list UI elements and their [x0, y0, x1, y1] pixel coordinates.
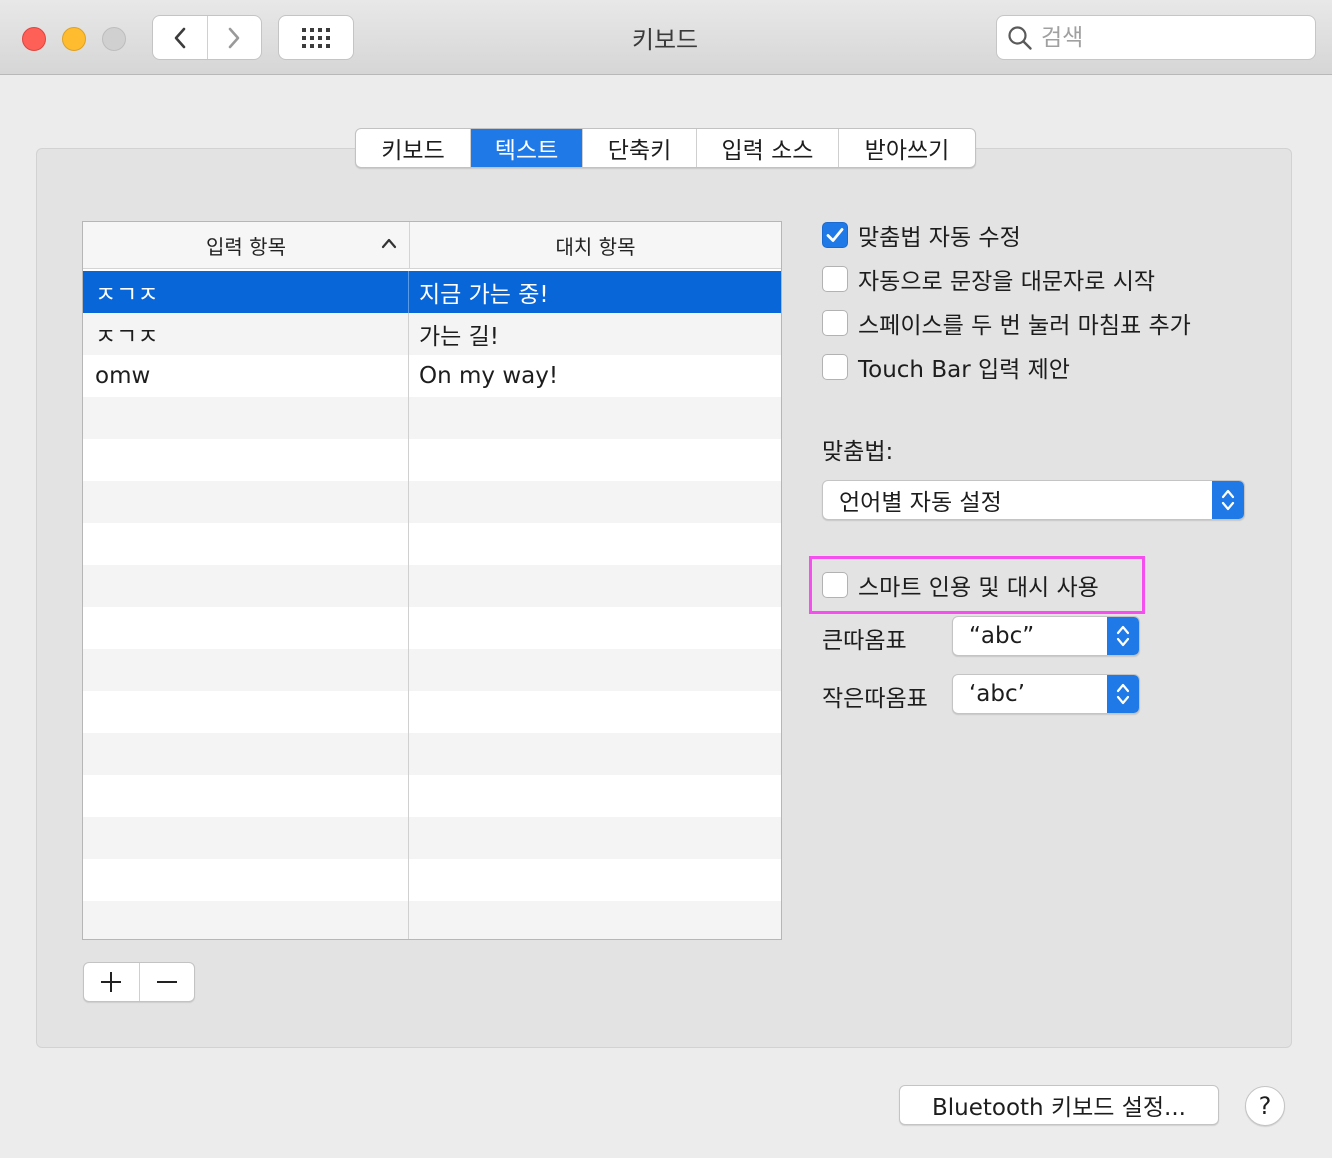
empty-row — [83, 775, 781, 817]
touchbar-suggestions-box[interactable] — [822, 354, 848, 380]
table-row[interactable]: ㅈㄱㅈ 지금 가는 중! — [83, 271, 781, 313]
single-quotes-value: ‘abc’ — [969, 681, 1025, 707]
empty-row — [83, 817, 781, 859]
empty-row — [83, 397, 781, 439]
with-cell[interactable]: 가는 길! — [409, 313, 781, 355]
touchbar-suggestions-label[interactable]: Touch Bar 입력 제안 — [858, 350, 1070, 384]
empty-row — [83, 691, 781, 733]
plus-icon — [101, 972, 122, 992]
title-bar: 키보드 — [0, 0, 1332, 75]
spelling-popup-value: 언어별 자동 설정 — [839, 490, 1002, 516]
popup-arrows-icon — [1107, 617, 1139, 655]
popup-arrows-icon — [1212, 481, 1244, 519]
close-window-button[interactable] — [22, 27, 46, 51]
minus-icon — [156, 981, 177, 983]
empty-row — [83, 733, 781, 775]
with-cell[interactable]: On my way! — [409, 355, 781, 397]
autocap-checkbox[interactable]: 자동으로 문장을 대문자로 시작 — [822, 262, 1155, 296]
double-quotes-label: 큰따옴표 — [822, 628, 907, 654]
autocap-box[interactable] — [822, 266, 848, 292]
tab-input-sources[interactable]: 입력 소스 — [696, 129, 838, 167]
minimize-window-button[interactable] — [62, 27, 86, 51]
add-remove-group — [83, 962, 195, 1002]
single-quotes-popup[interactable]: ‘abc’ — [952, 674, 1140, 714]
remove-button[interactable] — [138, 963, 195, 1001]
replace-cell[interactable]: omw — [83, 355, 409, 397]
empty-row — [83, 901, 781, 939]
forward-button[interactable] — [206, 16, 262, 59]
back-button[interactable] — [153, 16, 207, 59]
tab-keyboard[interactable]: 키보드 — [356, 129, 470, 167]
window-title: 키보드 — [631, 26, 699, 54]
replace-cell[interactable]: ㅈㄱㅈ — [83, 313, 409, 355]
popup-arrows-icon — [1107, 675, 1139, 713]
tab-dictation[interactable]: 받아쓰기 — [838, 129, 975, 167]
back-forward-group — [152, 15, 262, 60]
double-quotes-value: “abc” — [969, 623, 1035, 649]
empty-row — [83, 439, 781, 481]
autocorrect-box[interactable] — [822, 222, 848, 248]
replace-cell[interactable]: ㅈㄱㅈ — [83, 271, 409, 313]
empty-row — [83, 859, 781, 901]
autocap-label[interactable]: 자동으로 문장을 대문자로 시작 — [858, 262, 1155, 296]
empty-row — [83, 523, 781, 565]
column-header-with-label: 대치 항목 — [555, 234, 636, 259]
spelling-popup[interactable]: 언어별 자동 설정 — [822, 480, 1245, 520]
text-replacement-table[interactable]: 입력 항목 대치 항목 ㅈㄱㅈ 지금 가는 중! ㅈㄱㅈ 가는 길! omw O… — [82, 221, 782, 940]
autocorrect-checkbox[interactable]: 맞춤법 자동 수정 — [822, 218, 1021, 252]
bluetooth-keyboard-setup-button[interactable]: Bluetooth 키보드 설정... — [899, 1085, 1219, 1125]
double-space-period-label[interactable]: 스페이스를 두 번 눌러 마침표 추가 — [858, 306, 1191, 340]
single-quotes-label: 작은따옴표 — [822, 686, 928, 712]
search-input[interactable] — [1039, 23, 1303, 52]
empty-row — [83, 607, 781, 649]
search-icon — [1007, 25, 1033, 51]
column-header-with[interactable]: 대치 항목 — [410, 222, 781, 268]
tab-text[interactable]: 텍스트 — [470, 129, 582, 167]
spelling-label: 맞춤법: — [822, 439, 894, 465]
table-header: 입력 항목 대치 항목 — [83, 222, 781, 269]
grid-icon — [302, 27, 330, 48]
with-cell[interactable]: 지금 가는 중! — [409, 271, 781, 313]
empty-row — [83, 481, 781, 523]
tab-shortcuts[interactable]: 단축키 — [582, 129, 696, 167]
table-row[interactable]: ㅈㄱㅈ 가는 길! — [83, 313, 781, 355]
column-header-replace-label: 입력 항목 — [206, 234, 286, 259]
column-header-replace[interactable]: 입력 항목 — [83, 222, 410, 268]
empty-row — [83, 565, 781, 607]
help-button[interactable]: ? — [1245, 1086, 1285, 1126]
double-space-period-box[interactable] — [822, 310, 848, 336]
chevron-left-icon — [174, 27, 186, 48]
highlight-annotation — [809, 556, 1145, 614]
double-space-period-checkbox[interactable]: 스페이스를 두 번 눌러 마침표 추가 — [822, 306, 1191, 340]
empty-row — [83, 649, 781, 691]
touchbar-suggestions-checkbox[interactable]: Touch Bar 입력 제안 — [822, 350, 1070, 384]
add-button[interactable] — [84, 963, 139, 1001]
table-row[interactable]: omw On my way! — [83, 355, 781, 397]
tab-bar: 키보드 텍스트 단축키 입력 소스 받아쓰기 — [355, 128, 976, 168]
zoom-window-button[interactable] — [102, 27, 126, 51]
chevron-right-icon — [228, 27, 240, 48]
show-all-button[interactable] — [278, 15, 354, 60]
sort-ascending-icon — [381, 238, 397, 249]
search-field[interactable] — [996, 15, 1316, 60]
autocorrect-label[interactable]: 맞춤법 자동 수정 — [858, 218, 1021, 252]
checkmark-icon — [826, 228, 844, 242]
double-quotes-popup[interactable]: “abc” — [952, 616, 1140, 656]
